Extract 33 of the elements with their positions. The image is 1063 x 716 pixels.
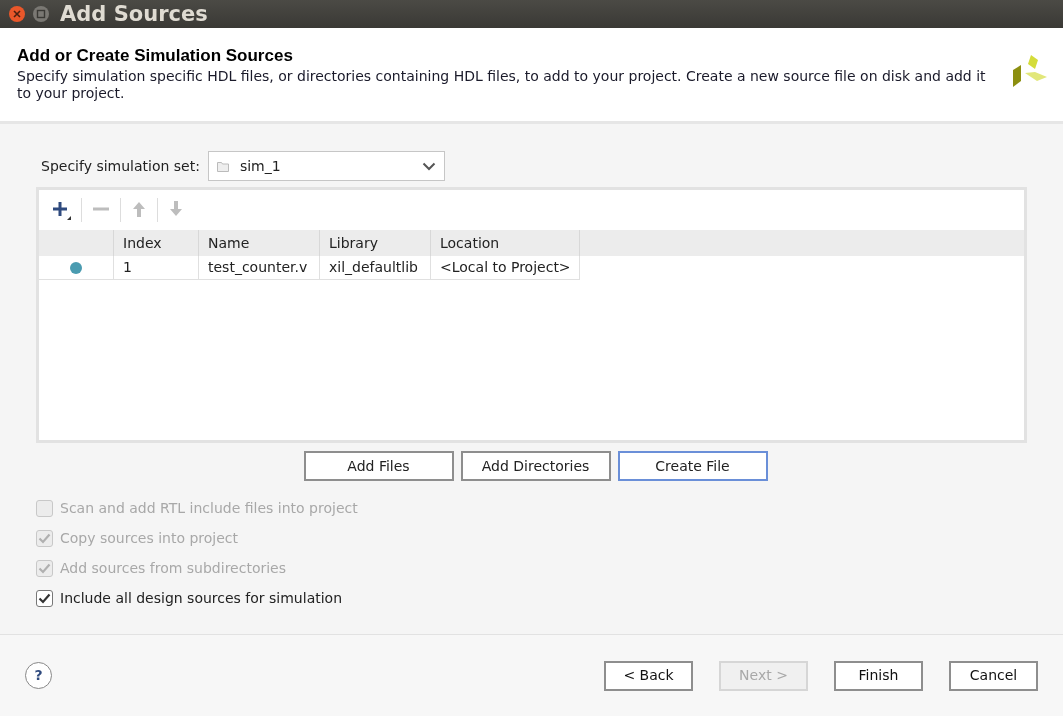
- checkmark-icon: [38, 592, 51, 604]
- table-cell: <Local to Project>: [431, 256, 580, 280]
- window-title: Add Sources: [60, 3, 208, 25]
- plus-icon[interactable]: [51, 200, 72, 220]
- column-header[interactable]: Location: [431, 230, 580, 256]
- help-button[interactable]: ?: [25, 662, 52, 689]
- checkmark-icon: [38, 562, 51, 574]
- folder-icon: [216, 160, 230, 172]
- simulation-set-label: Specify simulation set:: [41, 156, 200, 176]
- simulation-set-dropdown[interactable]: sim_1: [207, 151, 445, 181]
- file-button[interactable]: Add Files: [303, 451, 454, 481]
- option-label: Add sources from subdirectories: [60, 558, 287, 578]
- close-icon[interactable]: [8, 5, 26, 23]
- footer-button[interactable]: Finish: [834, 660, 923, 691]
- file-button[interactable]: Add Directories: [460, 451, 611, 481]
- table-cell: 1: [114, 256, 199, 280]
- checkbox[interactable]: [36, 589, 53, 607]
- chevron-down-icon: [421, 161, 436, 171]
- page-description: Specify simulation specific HDL files, or directories containing HDL files, to add to your project. Create a new source file on disk and add it to your project.: [17, 68, 987, 102]
- column-header[interactable]: Name: [199, 230, 320, 256]
- column-header[interactable]: Library: [320, 230, 431, 256]
- table-cell: test_counter.v: [199, 256, 320, 280]
- table-cell: xil_defaultlib: [320, 256, 431, 280]
- page-heading: Add or Create Simulation Sources: [17, 45, 294, 67]
- checkmark-icon: [38, 532, 51, 544]
- column-header[interactable]: Index: [114, 230, 199, 256]
- file-button[interactable]: Create File: [617, 451, 768, 481]
- footer-button[interactable]: < Back: [604, 660, 693, 691]
- option-label: Include all design sources for simulation: [60, 588, 343, 608]
- option-label: Scan and add RTL include files into project: [60, 498, 358, 518]
- maximize-icon[interactable]: [32, 5, 50, 23]
- footer-button[interactable]: Cancel: [949, 660, 1038, 691]
- option-label: Copy sources into project: [60, 528, 239, 548]
